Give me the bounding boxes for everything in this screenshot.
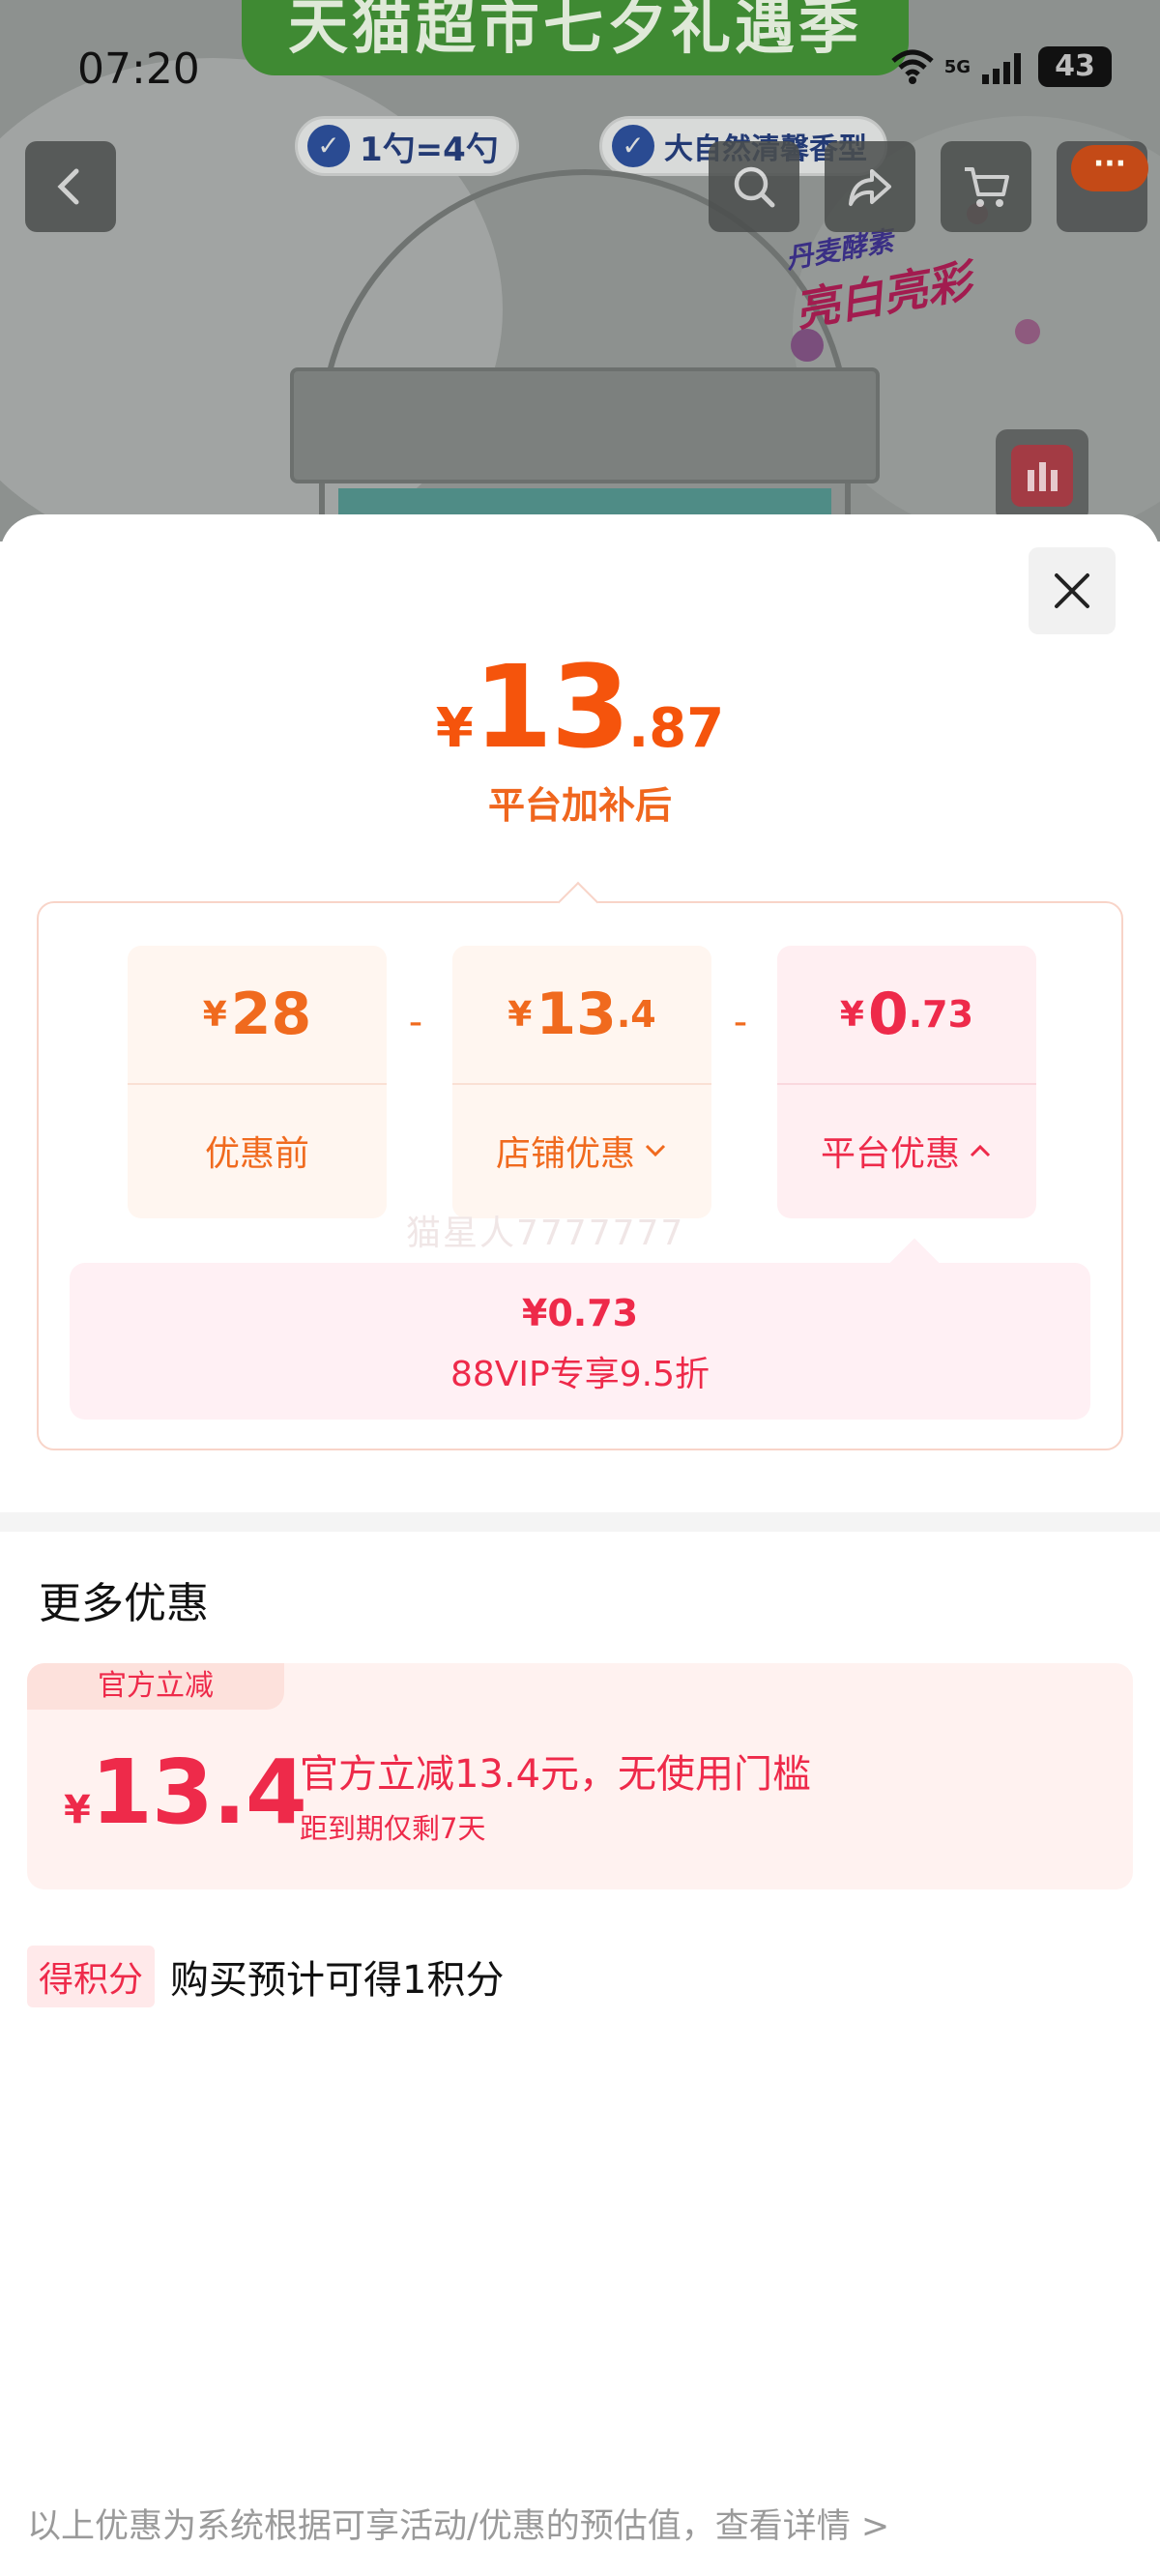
battery-icon: 43: [1038, 46, 1112, 87]
amount-integer: 13: [536, 981, 617, 1048]
user-watermark: 猫星人7777777: [406, 1214, 685, 1253]
search-button[interactable]: [709, 141, 799, 232]
final-price-caption: 平台加补后: [487, 784, 672, 827]
feature-chip-label: 1勺=4勺: [360, 130, 499, 169]
price-integer: 13: [473, 640, 630, 774]
bar-chart-icon: [1011, 445, 1073, 507]
vip-amount: ¥0.73: [521, 1292, 639, 1334]
search-icon: [734, 166, 775, 208]
currency-symbol: ¥: [508, 994, 533, 1035]
cart-icon: [965, 167, 1009, 207]
amount-decimal: .73: [908, 993, 974, 1036]
card-amount: ¥13.4: [452, 946, 711, 1085]
close-button[interactable]: [1029, 547, 1116, 634]
share-button[interactable]: [825, 141, 915, 232]
vip-discount-detail: ¥0.73 88VIP专享9.5折: [70, 1238, 1090, 1420]
promo-banner: 天猫超市七夕礼遇季: [242, 0, 909, 75]
card-amount: ¥0.73: [777, 946, 1036, 1085]
bucket-lid: [290, 367, 880, 483]
chevron-left-icon: [57, 168, 79, 205]
points-text: 购买预计可得1积分: [170, 1958, 505, 2003]
network-label: 5G: [943, 56, 971, 77]
minus-operator: -: [408, 1000, 423, 1044]
card-label: 店铺优惠: [452, 1085, 711, 1216]
card-label-text: 优惠前: [204, 1134, 309, 1174]
float-stats-button[interactable]: [996, 429, 1088, 522]
discount-detail-sheet: ¥13.87 平台加补后 ¥28 优惠前 - ¥13.4 店铺优惠 - ¥0.7…: [0, 514, 1160, 2576]
breakdown-notch: [557, 881, 599, 923]
check-icon: ✓: [612, 125, 654, 167]
share-icon: [849, 169, 891, 206]
points-row: 得积分 购买预计可得1积分: [27, 1946, 504, 2007]
platform-discount-card[interactable]: ¥0.73 平台优惠: [777, 946, 1036, 1218]
feature-chip: ✓ 1勺=4勺: [295, 116, 519, 176]
currency-symbol: ¥: [839, 994, 864, 1035]
final-price: ¥13.87: [0, 640, 1160, 774]
amount-decimal: .4: [616, 993, 656, 1036]
chevron-down-icon: [645, 1144, 666, 1157]
official-discount-coupon[interactable]: 官方立减 ¥13.4 官方立减13.4元，无使用门槛 距到期仅剩7天: [27, 1663, 1133, 1889]
currency-symbol: ¥: [64, 1788, 91, 1832]
original-price-card: ¥28 优惠前: [128, 946, 387, 1218]
decorative-bubble: [791, 329, 824, 362]
card-label-text: 平台优惠: [820, 1134, 960, 1174]
coupon-tag: 官方立减: [27, 1663, 284, 1710]
status-time: 07:20: [77, 44, 200, 94]
points-badge: 得积分: [27, 1946, 156, 2007]
vip-description: 88VIP专享9.5折: [450, 1355, 710, 1394]
close-icon: [1055, 573, 1089, 608]
card-amount: ¥28: [128, 946, 387, 1085]
status-icons: 5G 43: [890, 46, 1112, 87]
more-menu-button[interactable]: ···: [1071, 145, 1148, 191]
amount-integer: 0: [867, 981, 909, 1048]
store-discount-card[interactable]: ¥13.4 店铺优惠: [452, 946, 711, 1218]
chevron-up-icon: [970, 1144, 991, 1157]
card-label: 平台优惠: [777, 1085, 1036, 1216]
currency-symbol: ¥: [202, 994, 227, 1035]
section-divider: [0, 1512, 1160, 1532]
currency-symbol: ¥: [435, 697, 474, 760]
amount-integer: 28: [230, 981, 312, 1048]
check-icon: ✓: [307, 125, 350, 167]
coupon-expiry: 距到期仅剩7天: [300, 1812, 486, 1845]
signal-icon: [982, 53, 1021, 84]
coupon-amount: ¥13.4: [64, 1741, 307, 1844]
back-button[interactable]: [25, 141, 116, 232]
coupon-description: 官方立减13.4元，无使用门槛: [300, 1752, 812, 1797]
wifi-icon: [891, 49, 934, 84]
card-label-text: 店铺优惠: [495, 1134, 635, 1174]
minus-operator: -: [733, 1000, 748, 1044]
card-label: 优惠前: [128, 1085, 387, 1216]
price-breakdown: ¥28 优惠前 - ¥13.4 店铺优惠 - ¥0.73 平台优惠 猫星人777…: [37, 881, 1123, 1450]
more-offers-title: 更多优惠: [39, 1579, 209, 1628]
cart-button[interactable]: [941, 141, 1031, 232]
estimate-details-link[interactable]: 以上优惠为系统根据可享活动/优惠的预估值，查看详情 >: [27, 2499, 889, 2548]
price-decimal: .87: [627, 697, 725, 760]
coupon-value: 13.4: [90, 1741, 307, 1844]
decorative-bubble: [1015, 319, 1040, 344]
